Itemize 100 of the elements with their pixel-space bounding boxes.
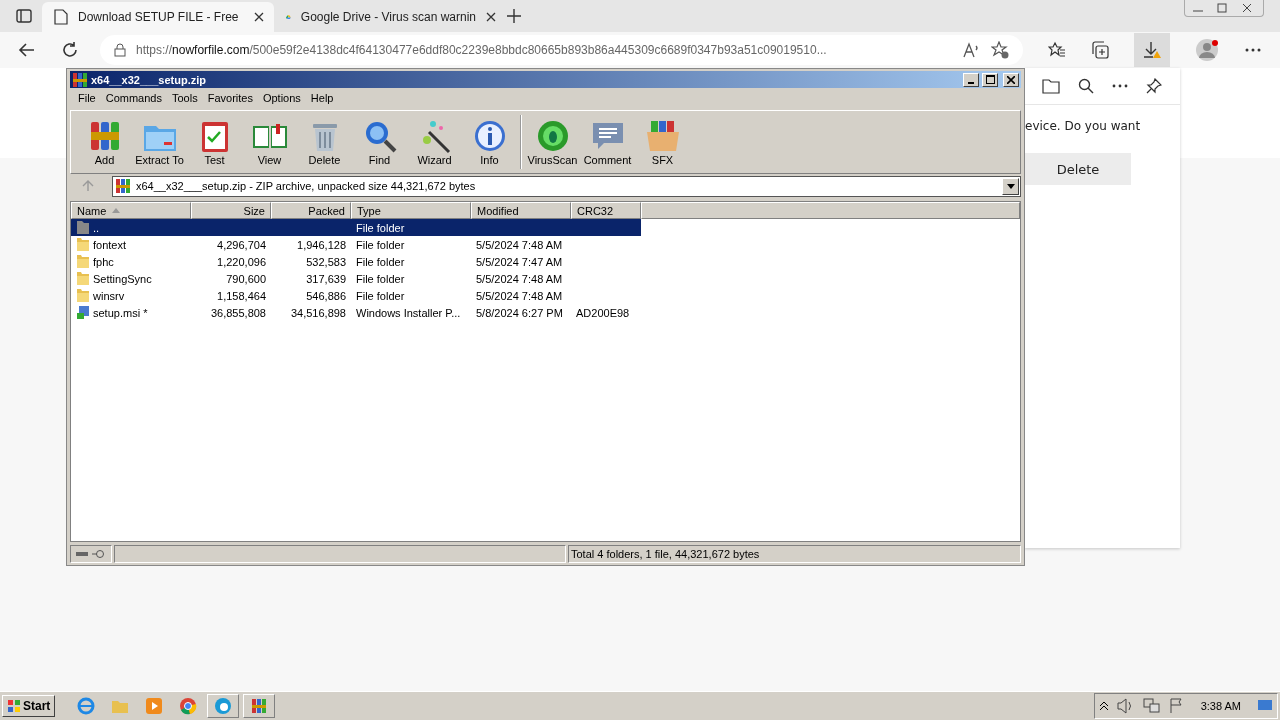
file-row[interactable]: SettingSync 790,600 317,639 File folder 5/5/2024 7:48 AM bbox=[71, 270, 641, 287]
lock-icon bbox=[114, 43, 126, 57]
window-title: x64__x32___setup.zip bbox=[91, 73, 206, 86]
close-icon[interactable] bbox=[254, 12, 264, 22]
table-cell: 5/5/2024 7:48 AM bbox=[476, 289, 563, 302]
browser-tab[interactable]: Download SETUP FILE - Free bbox=[42, 2, 274, 32]
tab-actions-icon[interactable] bbox=[16, 8, 32, 24]
folder-icon bbox=[76, 254, 90, 269]
collections-icon[interactable] bbox=[1091, 41, 1109, 59]
menu-item[interactable]: Help bbox=[305, 92, 339, 104]
folder-icon bbox=[76, 237, 90, 252]
toolbar-button[interactable]: View bbox=[242, 118, 297, 166]
minimize-icon bbox=[968, 81, 974, 84]
table-cell: 4,296,704 bbox=[217, 238, 266, 251]
maximize-button[interactable] bbox=[982, 72, 998, 87]
folder-icon bbox=[76, 220, 90, 235]
close-button[interactable] bbox=[1003, 72, 1019, 87]
show-desktop-icon[interactable] bbox=[1257, 699, 1273, 713]
file-row[interactable]: fphc 1,220,096 532,583 File folder 5/5/2024 7:47 AM bbox=[71, 253, 641, 270]
table-cell: 546,886 bbox=[306, 289, 346, 302]
downloads-button[interactable] bbox=[1134, 33, 1170, 67]
archive-icon[interactable] bbox=[243, 694, 276, 718]
toolbar-button[interactable]: Delete bbox=[297, 118, 352, 166]
menu-item[interactable]: Tools bbox=[167, 92, 203, 104]
installer-icon bbox=[76, 305, 90, 320]
back-icon[interactable] bbox=[18, 41, 36, 59]
dropdown-button[interactable] bbox=[1002, 177, 1019, 195]
caret-icon bbox=[1006, 183, 1015, 189]
menu-item[interactable]: Commands bbox=[100, 92, 167, 104]
browser-tab[interactable]: Google Drive - Virus scan warnin bbox=[274, 2, 506, 32]
table-cell: Windows Installer P... bbox=[356, 306, 461, 319]
close-icon[interactable] bbox=[486, 12, 496, 22]
table-cell: SettingSync bbox=[93, 272, 152, 285]
toolbar-button[interactable]: SFX bbox=[635, 118, 690, 166]
table-cell: setup.msi * bbox=[93, 306, 148, 319]
table-cell: 5/5/2024 7:47 AM bbox=[476, 255, 563, 268]
toolbar-button[interactable]: Extract To bbox=[132, 118, 187, 166]
table-cell: 790,600 bbox=[226, 272, 266, 285]
star-plus-icon[interactable] bbox=[991, 41, 1009, 59]
chevron-icon[interactable] bbox=[1098, 700, 1109, 712]
edge-icon[interactable] bbox=[207, 694, 240, 718]
table-cell: 1,158,464 bbox=[217, 289, 266, 302]
refresh-icon[interactable] bbox=[61, 41, 79, 59]
column-header[interactable]: Modified bbox=[471, 202, 571, 219]
search-icon[interactable] bbox=[1078, 78, 1094, 94]
clock[interactable]: 3:38 AM bbox=[1200, 700, 1241, 712]
avatar-icon[interactable] bbox=[1195, 38, 1219, 62]
pin-icon[interactable] bbox=[1146, 78, 1162, 94]
favorites-icon[interactable] bbox=[1048, 41, 1066, 59]
table-cell: winsrv bbox=[93, 289, 125, 302]
column-header[interactable]: CRC32 bbox=[571, 202, 641, 219]
address-bar[interactable]: https://nowforfile.com/500e59f2e4138dc4f64130477e6ddf80c2239e8bbdc80665b893b86a445309c6689f0347b93a51c09019510... bbox=[100, 35, 1023, 65]
toolbar-button[interactable]: Info bbox=[462, 118, 517, 166]
table-cell: fontext bbox=[93, 238, 127, 251]
delete-button[interactable]: Delete bbox=[1025, 153, 1131, 185]
minimize-button[interactable] bbox=[963, 72, 979, 87]
column-header[interactable]: Type bbox=[351, 202, 471, 219]
table-cell: File folder bbox=[356, 272, 405, 285]
page-icon bbox=[54, 9, 68, 25]
menu-item[interactable]: File bbox=[73, 92, 101, 104]
menu-item[interactable]: Options bbox=[257, 92, 306, 104]
menu-item[interactable]: Favorites bbox=[202, 92, 258, 104]
read-aloud-icon[interactable] bbox=[963, 42, 981, 58]
folder-icon bbox=[76, 271, 90, 286]
column-header[interactable]: Packed bbox=[271, 202, 351, 219]
start-button[interactable]: Start bbox=[2, 695, 56, 717]
more-icon[interactable] bbox=[1112, 84, 1128, 88]
toolbar-button[interactable]: Find bbox=[352, 118, 407, 166]
column-header[interactable]: Size bbox=[191, 202, 271, 219]
maximize-icon bbox=[985, 75, 995, 84]
toolbar-button[interactable]: Comment bbox=[580, 118, 635, 166]
toolbar-button[interactable]: VirusScan bbox=[525, 118, 580, 166]
folder-icon[interactable] bbox=[1042, 78, 1060, 94]
file-row[interactable]: .. File folder bbox=[71, 219, 641, 236]
toolbar-button[interactable]: Add bbox=[77, 118, 132, 166]
table-cell: 317,639 bbox=[306, 272, 346, 285]
table-cell: 1,220,096 bbox=[217, 255, 266, 268]
file-row[interactable]: fontext 4,296,704 1,946,128 File folder 5/5/2024 7:48 AM bbox=[71, 236, 641, 253]
table-cell: 532,583 bbox=[306, 255, 346, 268]
download-message: evice. Do you want bbox=[1025, 119, 1142, 133]
table-cell: 36,855,808 bbox=[210, 306, 266, 319]
table-cell: 5/5/2024 7:48 AM bbox=[476, 238, 563, 251]
table-cell: File folder bbox=[356, 255, 405, 268]
table-cell: 34,516,898 bbox=[290, 306, 346, 319]
table-cell: fphc bbox=[93, 255, 114, 268]
toolbar-button[interactable]: Test bbox=[187, 118, 242, 166]
path-field[interactable]: x64__x32___setup.zip - ZIP archive, unpacked size 44,321,672 bytes bbox=[112, 175, 1021, 197]
windows-logo-icon bbox=[7, 699, 21, 713]
file-row[interactable]: winsrv 1,158,464 546,886 File folder 5/5/2024 7:48 AM bbox=[71, 287, 641, 304]
archive-icon bbox=[115, 178, 131, 194]
network-icon[interactable] bbox=[1142, 698, 1161, 714]
file-row[interactable]: setup.msi * 36,855,808 34,516,898 Windows Installer P... 5/8/2024 6:27 PM AD200E98 bbox=[71, 304, 641, 321]
toolbar-button[interactable]: Wizard bbox=[407, 118, 462, 166]
table-cell: 5/5/2024 7:48 AM bbox=[476, 272, 563, 285]
folder-icon bbox=[76, 288, 90, 303]
new-tab-icon[interactable] bbox=[506, 8, 522, 24]
flag-icon[interactable] bbox=[1168, 698, 1185, 714]
archive-icon bbox=[72, 71, 88, 88]
more-icon[interactable] bbox=[1244, 47, 1262, 53]
column-header[interactable]: Name bbox=[71, 202, 191, 219]
